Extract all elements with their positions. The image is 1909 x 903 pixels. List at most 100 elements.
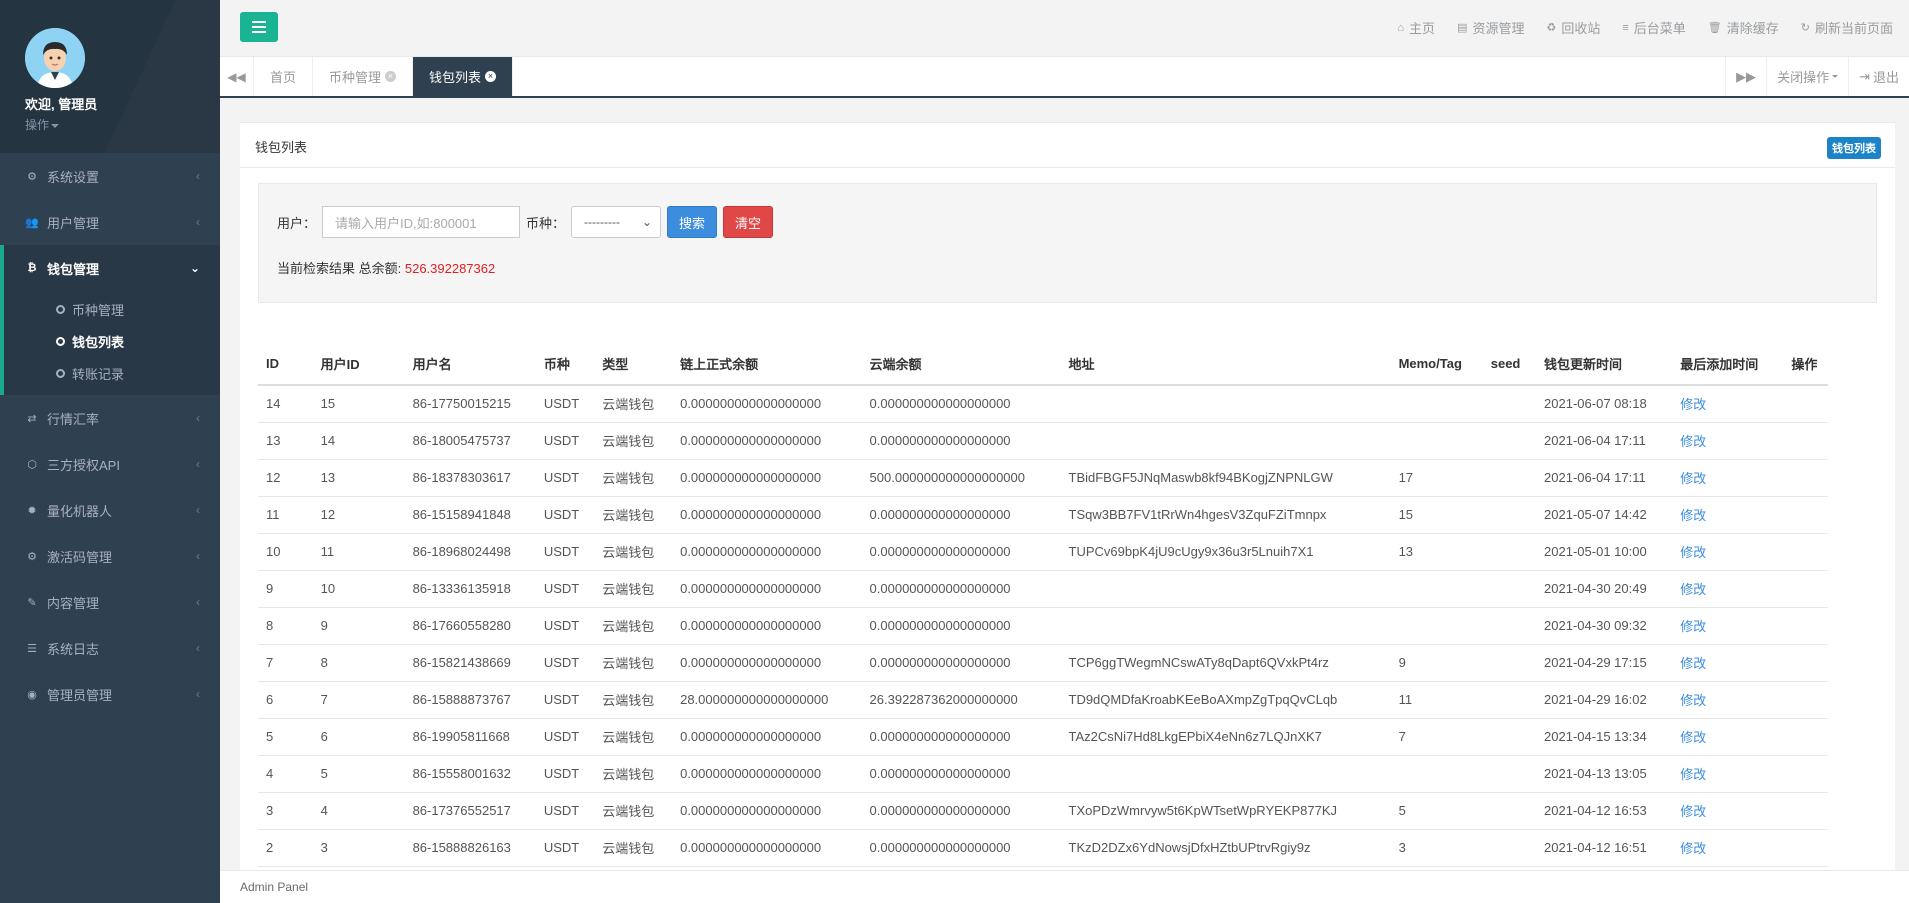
column-header: 用户ID bbox=[312, 343, 405, 386]
table-cell: 3 bbox=[312, 829, 405, 867]
table-cell: 9 bbox=[258, 570, 313, 608]
table-cell: 10 bbox=[312, 570, 405, 608]
table-cell: USDT bbox=[535, 607, 595, 645]
cogs-icon: ⚙ bbox=[27, 170, 37, 183]
tab-coin-management[interactable]: 币种管理 × bbox=[313, 57, 414, 96]
result-label: 当前检索结果 总余额: bbox=[277, 261, 402, 276]
search-button[interactable]: 搜索 bbox=[667, 206, 718, 238]
sidebar-item-wallet-management[interactable]: ₿ 钱包管理 ⌄ bbox=[0, 245, 220, 291]
edit-link[interactable]: 修改 bbox=[1680, 693, 1706, 708]
edit-link[interactable]: 修改 bbox=[1680, 841, 1706, 856]
sidebar-subitem-label: 转账记录 bbox=[72, 366, 125, 382]
table-cell: 86-15888826163 bbox=[404, 829, 536, 867]
sidebar-item-system-logs[interactable]: ☰ 系统日志 ‹ bbox=[0, 625, 220, 671]
avatar[interactable] bbox=[25, 28, 85, 88]
top-link-resources[interactable]: ▤ 资源管理 bbox=[1457, 18, 1524, 37]
edit-link[interactable]: 修改 bbox=[1680, 656, 1706, 671]
table-cell: 86-18378303617 bbox=[404, 459, 536, 497]
table-cell: 修改 bbox=[1672, 681, 1784, 719]
coin-select[interactable]: --------- ⌄ bbox=[571, 206, 662, 238]
edit-link[interactable]: 修改 bbox=[1680, 730, 1706, 745]
page-tabs: 首页 币种管理 × 钱包列表 × bbox=[254, 57, 514, 96]
edit-link[interactable]: 修改 bbox=[1680, 767, 1706, 782]
table-cell: 86-19905811668 bbox=[404, 718, 536, 756]
tab-wallet-list[interactable]: 钱包列表 × bbox=[413, 57, 514, 96]
table-cell: 7 bbox=[312, 681, 405, 719]
table-cell: 86-15558001632 bbox=[404, 755, 536, 793]
top-link-backend-menu[interactable]: ≡ 后台菜单 bbox=[1622, 18, 1685, 37]
menu-icon bbox=[252, 21, 266, 33]
table-cell bbox=[1060, 755, 1391, 793]
sidebar-item-label: 激活码管理 bbox=[47, 549, 113, 565]
tabs-bar: ◀◀ 首页 币种管理 × 钱包列表 × ▶▶ 关闭操作 ⇥ 退出 bbox=[220, 57, 1909, 98]
table-cell bbox=[1783, 385, 1828, 423]
sidebar-item-market-rates[interactable]: ⇄ 行情汇率 ‹ bbox=[0, 395, 220, 441]
result-amount: 526.392287362 bbox=[404, 261, 496, 276]
edit-link[interactable]: 修改 bbox=[1680, 471, 1706, 486]
sidebar-item-quant-robot[interactable]: ✹ 量化机器人 ‹ bbox=[0, 487, 220, 533]
edit-link[interactable]: 修改 bbox=[1680, 508, 1706, 523]
edit-link[interactable]: 修改 bbox=[1680, 804, 1706, 819]
table-cell: 15 bbox=[312, 385, 405, 423]
edit-link[interactable]: 修改 bbox=[1680, 582, 1706, 597]
sidebar-subitem-transfer-records[interactable]: 转账记录 bbox=[4, 357, 220, 389]
table-cell: 云端钱包 bbox=[594, 570, 673, 608]
table-cell: USDT bbox=[535, 570, 595, 608]
table-cell: 4 bbox=[258, 755, 313, 793]
tabs-scroll-right-button[interactable]: ▶▶ bbox=[1725, 57, 1766, 96]
user-id-input[interactable]: 请输入用户ID,如:800001 bbox=[322, 206, 521, 238]
tab-home[interactable]: 首页 bbox=[254, 57, 314, 96]
close-ops-dropdown[interactable]: 关闭操作 bbox=[1766, 57, 1848, 96]
column-header: 类型 bbox=[594, 343, 673, 386]
sidebar: 欢迎, 管理员 操作 ⚙ 系统设置 ‹ 👥 用户管理 ‹ ₿ 钱包管理 ⌄ 币种管理 钱包列… bbox=[0, 0, 220, 903]
sidebar-subitem-label: 钱包列表 bbox=[72, 334, 125, 350]
table-cell: 2021-04-30 09:32 bbox=[1536, 607, 1673, 645]
table-cell: 修改 bbox=[1672, 755, 1784, 793]
table-cell: 9 bbox=[1390, 644, 1483, 682]
table-cell bbox=[1060, 607, 1391, 645]
table-cell: 修改 bbox=[1672, 496, 1784, 534]
search-result-summary: 当前检索结果 总余额: 526.392287362 bbox=[277, 258, 1858, 277]
sidebar-item-user-management[interactable]: 👥 用户管理 ‹ bbox=[0, 199, 220, 245]
edit-link[interactable]: 修改 bbox=[1680, 619, 1706, 634]
table-cell: 4 bbox=[312, 792, 405, 830]
table-cell: 修改 bbox=[1672, 570, 1784, 608]
table-cell: TSqw3BB7FV1tRrWn4hgesV3ZquFZiTmnpx bbox=[1060, 496, 1391, 534]
top-link-recycle-bin[interactable]: ♻ 回收站 bbox=[1546, 18, 1600, 37]
table-cell: TUPCv69bpK4jU9cUgy9x36u3r5Lnuih7X1 bbox=[1060, 533, 1391, 571]
sidebar-item-admin-management[interactable]: ◉ 管理员管理 ‹ bbox=[0, 671, 220, 717]
table-cell: 7 bbox=[258, 644, 313, 682]
tabs-scroll-left-button[interactable]: ◀◀ bbox=[220, 57, 254, 96]
top-link-refresh-page[interactable]: ↻ 刷新当前页面 bbox=[1801, 18, 1893, 37]
logout-button[interactable]: ⇥ 退出 bbox=[1848, 57, 1909, 96]
table-header-row: ID 用户ID 用户名 币种 类型 链上正式余额 云端余额 地址 Memo/Tag seed 钱包更… bbox=[258, 343, 1828, 386]
sidebar-item-content-management[interactable]: ✎ 内容管理 ‹ bbox=[0, 579, 220, 625]
search-form: 用户： 请输入用户ID,如:800001 币种： --------- ⌄ 搜索 清… bbox=[258, 183, 1877, 303]
table-cell bbox=[1783, 533, 1828, 571]
profile-ops-dropdown[interactable]: 操作 bbox=[25, 116, 60, 133]
table-cell: 云端钱包 bbox=[594, 718, 673, 756]
edit-link[interactable]: 修改 bbox=[1680, 545, 1706, 560]
top-link-clear-cache[interactable]: 🗑 清除缓存 bbox=[1708, 18, 1779, 37]
table-cell bbox=[1482, 570, 1537, 608]
close-icon[interactable]: × bbox=[385, 71, 397, 82]
sidebar-item-label: 管理员管理 bbox=[47, 687, 113, 703]
sidebar-item-system-settings[interactable]: ⚙ 系统设置 ‹ bbox=[0, 153, 220, 199]
chevron-left-icon: ‹ bbox=[196, 687, 200, 701]
table-cell: 云端钱包 bbox=[594, 681, 673, 719]
table-cell: 云端钱包 bbox=[594, 607, 673, 645]
sidebar-item-activation-codes[interactable]: ⚙ 激活码管理 ‹ bbox=[0, 533, 220, 579]
table-cell: 86-13336135918 bbox=[404, 570, 536, 608]
sidebar-subitem-coin-management[interactable]: 币种管理 bbox=[4, 293, 220, 325]
edit-link[interactable]: 修改 bbox=[1680, 397, 1706, 412]
sidebar-toggle-button[interactable] bbox=[240, 12, 278, 42]
table-cell: 0.000000000000000000 bbox=[861, 718, 1061, 756]
sidebar-item-third-party-api[interactable]: ⬡ 三方授权API ‹ bbox=[0, 441, 220, 487]
sidebar-subitem-wallet-list[interactable]: 钱包列表 bbox=[4, 325, 220, 357]
top-link-home[interactable]: ⌂ 主页 bbox=[1397, 18, 1435, 37]
sidebar-item-label: 行情汇率 bbox=[47, 411, 100, 427]
table-row: 4 5 86-15558001632 USDT 云端钱包 0.00000000000000… bbox=[258, 755, 1828, 793]
edit-link[interactable]: 修改 bbox=[1680, 434, 1706, 449]
close-icon[interactable]: × bbox=[485, 71, 497, 82]
clear-button[interactable]: 清空 bbox=[723, 206, 774, 238]
